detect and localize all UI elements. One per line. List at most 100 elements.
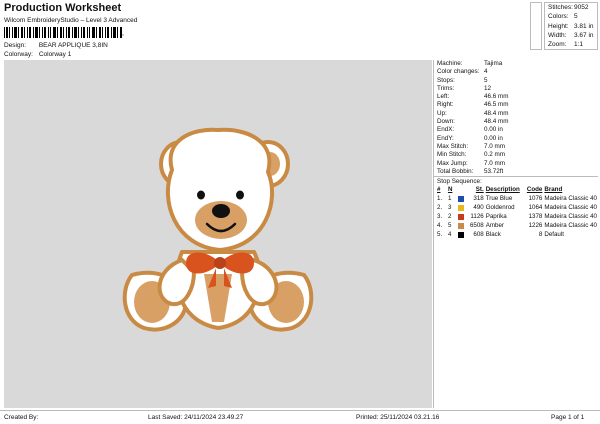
stop-st: 318 (473, 195, 484, 203)
machine-info-label: EndY: (437, 134, 454, 142)
color-swatch (457, 212, 468, 221)
stop-num: 2. (437, 204, 443, 212)
machine-info-value: Tajima (484, 60, 503, 67)
machine-info-row: Max Jump: 7.0 mm (434, 160, 598, 168)
machine-info-row: Color changes: 4 (434, 68, 598, 76)
color-swatch (457, 194, 468, 203)
color-swatch (457, 221, 468, 230)
machine-info-value: 48.4 mm (484, 109, 509, 117)
machine-info-value: 5 (484, 76, 488, 84)
stop-num: 1. (437, 195, 443, 203)
machine-info-value: 46.6 mm (484, 93, 509, 101)
color-swatch (457, 203, 468, 212)
machine-info-row: Left: 46.6 mm (434, 93, 598, 101)
machine-info-value: 53.72ft (484, 167, 504, 175)
machine-info: Machine: Tajima Color changes: 4 Stops: 5 Trim… (434, 60, 598, 176)
machine-info-label: Stops: (437, 76, 455, 84)
stop-n: 3 (447, 204, 452, 212)
stop-code: 1064 (528, 204, 543, 212)
color-swatch (457, 230, 468, 239)
bow-knot (214, 257, 226, 269)
stop-code: 1378 (528, 213, 543, 221)
design-row: Design: BEAR APPLIQUE 3,8IN (4, 42, 108, 49)
nose (212, 204, 230, 218)
machine-info-row: Machine: Tajima (434, 60, 598, 68)
stop-brand: Madeira Classic 40 (544, 222, 597, 230)
summary-width: Width: 3.67 in (548, 31, 594, 39)
machine-info-label: Left: (437, 93, 450, 101)
stop-n: 2 (447, 213, 452, 221)
last-saved: Last Saved: 24/11/2024 23.49.27 (148, 414, 244, 421)
color-swatch-box (457, 204, 464, 211)
stop-desc: True Blue (485, 195, 513, 203)
info-panel: Machine: Tajima Color changes: 4 Stops: 5 Trim… (433, 60, 598, 408)
machine-info-row: Total Bobbin: 53.72ft (434, 168, 598, 176)
stop-sequence-row: 5. 4 608 Black 8 Default (434, 230, 598, 239)
color-swatch-box (457, 195, 464, 202)
machine-info-label: Down: (437, 118, 455, 126)
stop-desc: Amber (485, 222, 504, 230)
stop-sequence-row: 3. 2 1126 Paprika 1378 Madeira Classic 40 (434, 212, 598, 221)
stop-desc: Black (485, 231, 501, 239)
machine-info-label: Color changes: (437, 68, 480, 76)
machine-info-row: Trims: 12 (434, 85, 598, 93)
machine-info-row: EndY: 0.00 in (434, 135, 598, 143)
stop-brand: Madeira Classic 40 (544, 195, 597, 203)
summary-box: Stitches: 9052 Colors: 5 Height: 3.81 in Wi… (544, 2, 598, 50)
stop-num: 5. (437, 231, 443, 239)
stop-st: 608 (473, 231, 484, 239)
color-swatch-box (457, 213, 464, 220)
summary-colors: Colors: 5 (548, 13, 578, 21)
stop-st: 1126 (470, 213, 484, 221)
stop-desc: Goldenrod (485, 204, 515, 212)
created-by: Created By: (4, 414, 39, 421)
stop-n: 5 (447, 222, 452, 230)
stop-desc: Paprika (485, 213, 507, 221)
machine-info-value: 4 (484, 68, 488, 76)
machine-info-value: 0.2 mm (484, 151, 505, 159)
machine-info-row: Min Stitch: 0.2 mm (434, 151, 598, 159)
machine-info-row: Down: 48.4 mm (434, 118, 598, 126)
machine-info-label: Trims: (437, 84, 455, 92)
barcode (4, 27, 122, 38)
stop-sequence-row: 4. 5 6508 Amber 1226 Madeira Classic 40 (434, 221, 598, 230)
machine-info-value: 7.0 mm (484, 142, 505, 150)
bear-applique-image (122, 127, 314, 332)
barcode-suffix: , (122, 30, 124, 37)
printed-date: Printed: 25/11/2024 03.21.16 (356, 414, 440, 421)
design-preview (4, 60, 432, 408)
stop-brand: Default (544, 231, 564, 239)
machine-info-label: Total Bobbin: (437, 167, 474, 175)
right-eye (236, 190, 244, 200)
stop-n: 1 (447, 195, 452, 203)
machine-info-row: Stops: 5 (434, 77, 598, 85)
footer: Created By: Last Saved: 24/11/2024 23.49… (0, 410, 600, 424)
stop-sequence-row: 1. 1 318 True Blue 1076 Madeira Classic 40 (434, 194, 598, 203)
stop-sequence-header: # N St. Description Code Brand (437, 186, 563, 194)
machine-info-row: Up: 48.4 mm (434, 110, 598, 118)
machine-info-label: Right: (437, 101, 454, 109)
stop-code: 8 (538, 231, 543, 239)
stop-brand: Madeira Classic 40 (544, 213, 597, 221)
machine-info-value: 12 (484, 84, 492, 92)
stop-num: 4. (437, 222, 443, 230)
colorway-label: Colorway: (4, 51, 33, 58)
stop-brand: Madeira Classic 40 (544, 204, 597, 212)
stop-sequence-rows: 1. 1 318 True Blue 1076 Madeira Classic 40 2. 3… (434, 194, 598, 239)
summary-stitches: Stitches: 9052 (548, 4, 589, 11)
machine-info-row: Max Stitch: 7.0 mm (434, 143, 598, 151)
machine-info-value: 7.0 mm (484, 159, 505, 167)
summary-zoom: Zoom: 1:1 (548, 41, 584, 49)
stop-st: 490 (473, 204, 484, 212)
colorway-row: Colorway: Colorway 1 (4, 51, 71, 58)
machine-info-label: Up: (437, 109, 447, 117)
stop-code: 1076 (528, 195, 543, 203)
machine-info-value: 0.00 in (484, 134, 503, 142)
machine-info-label: Min Stitch: (437, 151, 467, 159)
machine-info-value: 0.00 in (484, 126, 503, 134)
design-value: BEAR APPLIQUE 3,8IN (38, 42, 108, 49)
page-number: Page 1 of 1 (551, 414, 585, 421)
design-label: Design: (4, 42, 27, 49)
machine-info-value: 48.4 mm (484, 118, 509, 126)
machine-info-label: Max Stitch: (437, 142, 469, 150)
